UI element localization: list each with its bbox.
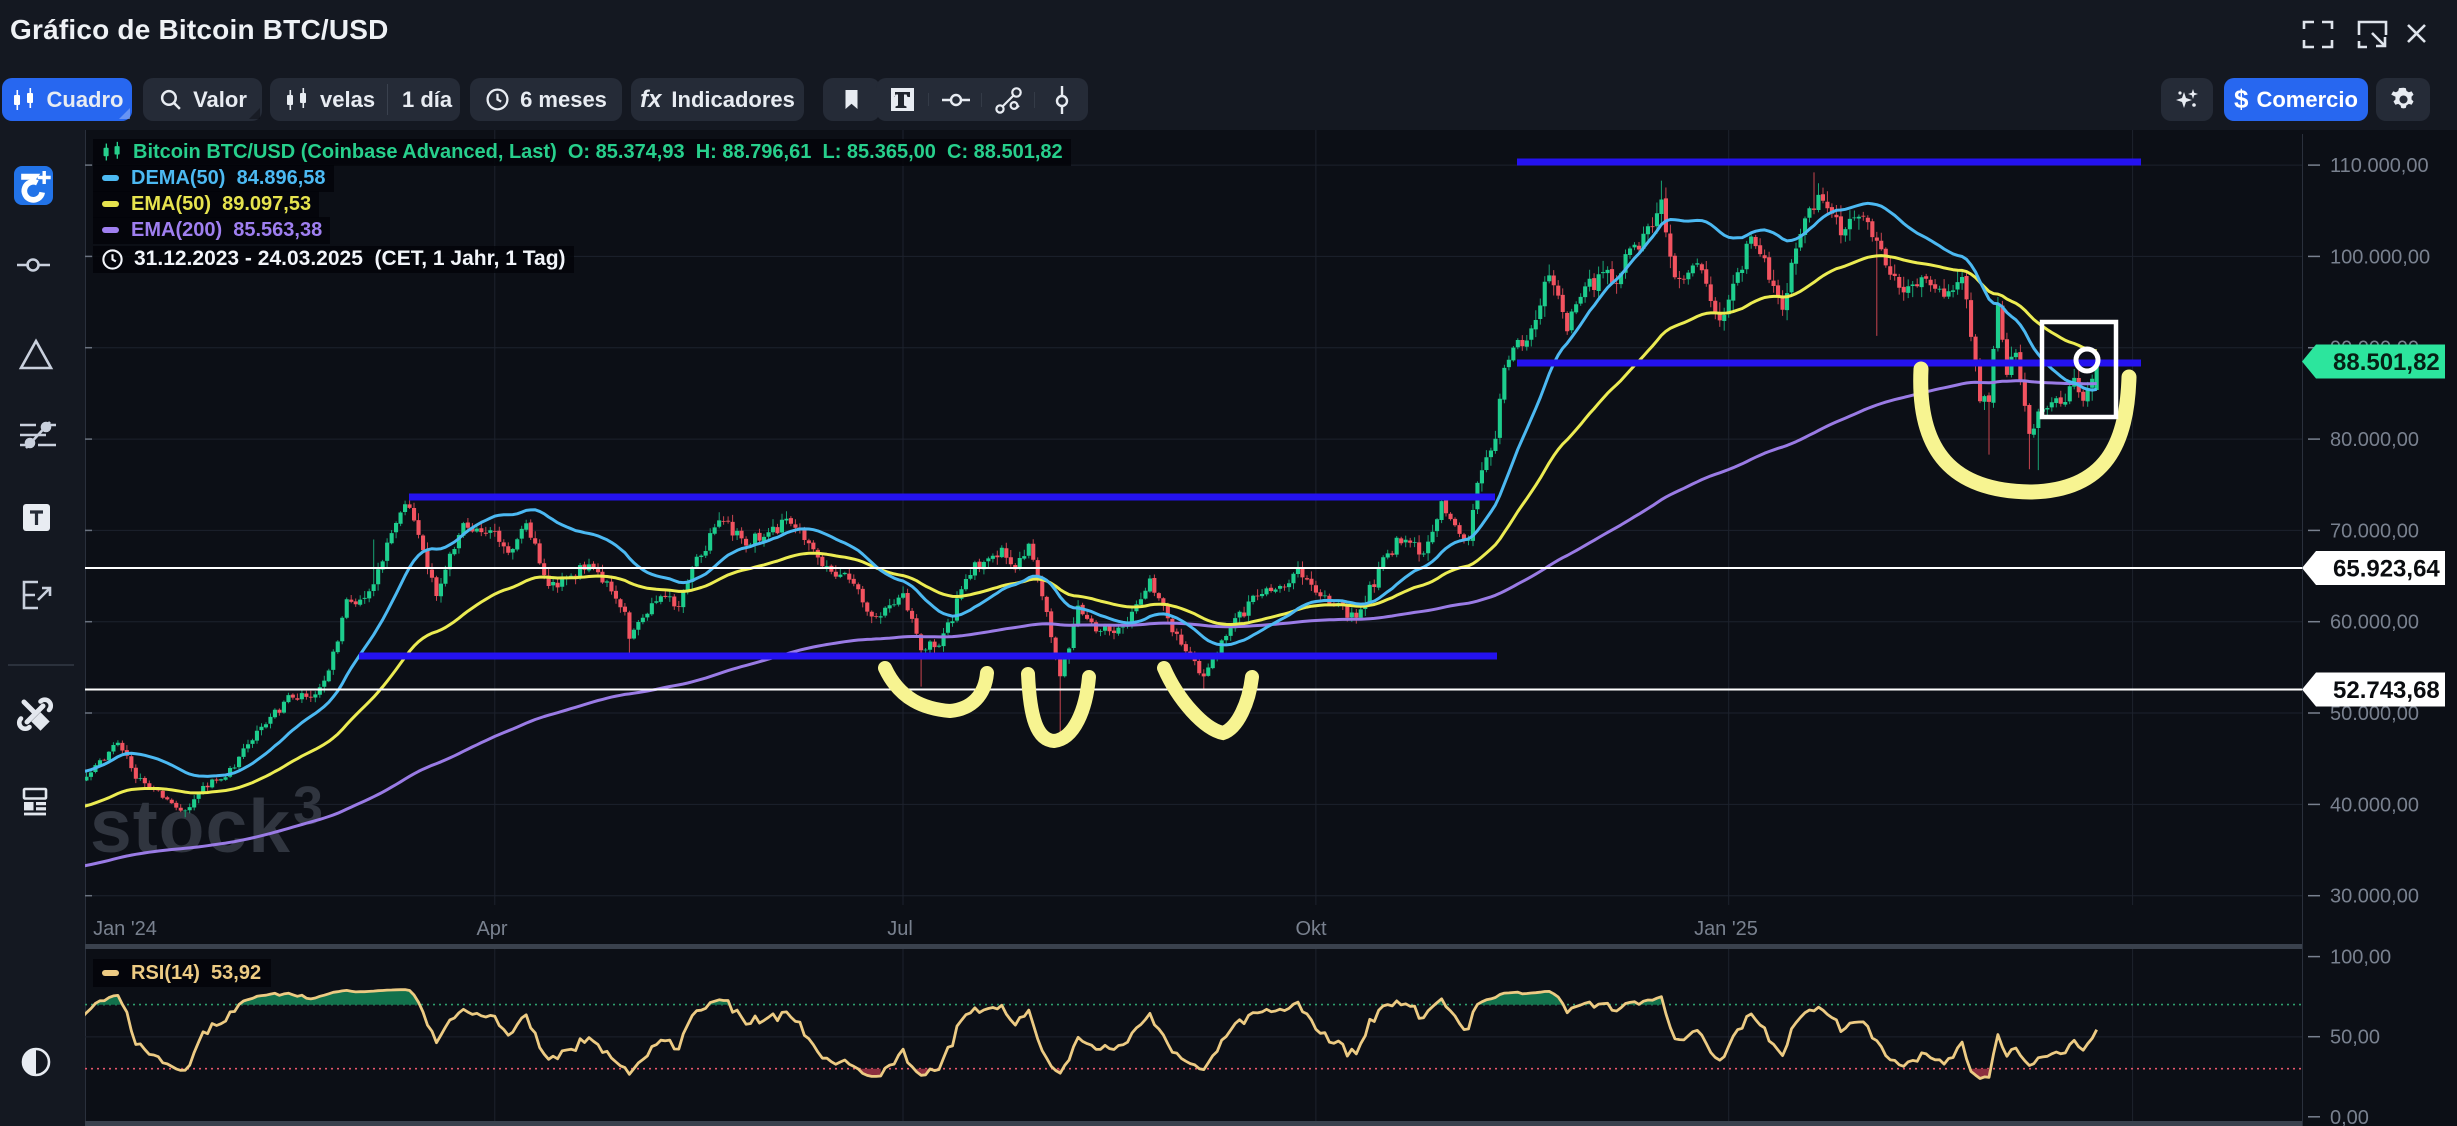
svg-text:Jan '25: Jan '25 bbox=[1694, 918, 1758, 940]
svg-text:50,00: 50,00 bbox=[2330, 1027, 2380, 1049]
svg-text:70.000,00: 70.000,00 bbox=[2330, 520, 2419, 542]
svg-text:60.000,00: 60.000,00 bbox=[2330, 612, 2419, 634]
svg-text:Jan '24: Jan '24 bbox=[93, 918, 157, 940]
svg-text:30.000,00: 30.000,00 bbox=[2330, 886, 2419, 908]
svg-text:80.000,00: 80.000,00 bbox=[2330, 429, 2419, 451]
svg-text:Okt: Okt bbox=[1295, 918, 1327, 940]
svg-text:Jul: Jul bbox=[887, 918, 913, 940]
svg-text:100.000,00: 100.000,00 bbox=[2330, 246, 2430, 268]
svg-text:0,00: 0,00 bbox=[2330, 1107, 2369, 1126]
svg-text:100,00: 100,00 bbox=[2330, 947, 2391, 969]
svg-text:40.000,00: 40.000,00 bbox=[2330, 794, 2419, 816]
svg-text:Apr: Apr bbox=[476, 918, 507, 940]
svg-text:65.923,64: 65.923,64 bbox=[2333, 556, 2440, 583]
svg-text:52.743,68: 52.743,68 bbox=[2333, 677, 2440, 704]
svg-text:88.501,82: 88.501,82 bbox=[2333, 349, 2440, 376]
svg-text:110.000,00: 110.000,00 bbox=[2330, 155, 2429, 177]
